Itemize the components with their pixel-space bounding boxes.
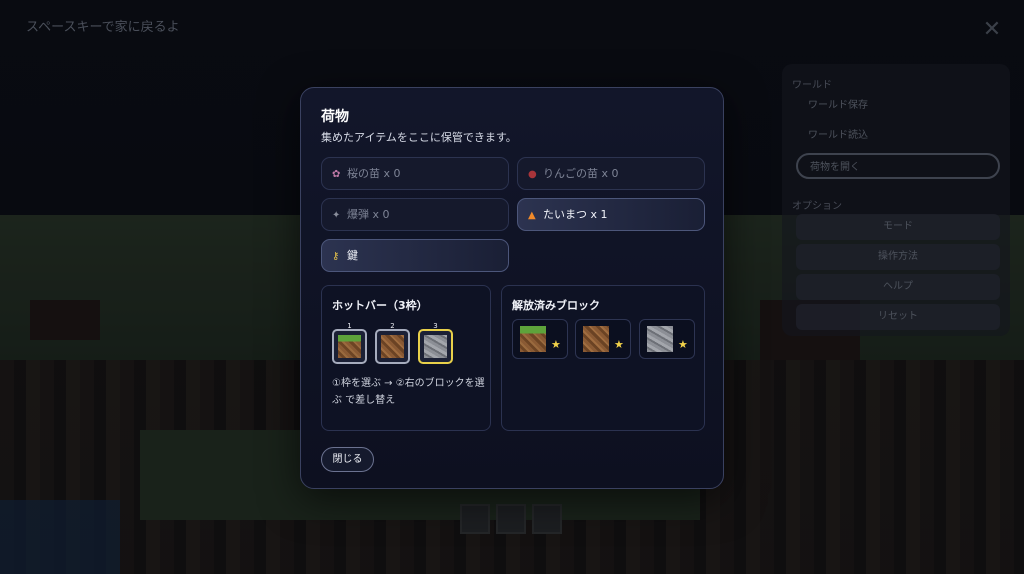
item-label: りんごの苗 x 0 [543, 167, 619, 180]
close-icon[interactable]: ✕ [980, 18, 1004, 42]
key-icon: ⚷ [332, 251, 340, 262]
hotbar-slot-3[interactable]: 3 [418, 322, 453, 364]
bomb-icon: ✦ [332, 210, 341, 221]
item-apple-sapling[interactable]: ● りんごの苗 x 0 [517, 157, 705, 190]
side-menu-reset[interactable]: リセット [796, 304, 1000, 330]
star-icon: ★ [678, 338, 688, 351]
side-menu-inventory[interactable]: 荷物を開く [796, 153, 1000, 179]
hotbar-hint: ①枠を選ぶ → ②右のブロックを選ぶ で差し替え [332, 378, 485, 406]
slot-number: 2 [390, 322, 395, 330]
side-menu-load[interactable]: ワールド読込 [796, 123, 1000, 149]
unlocked-block-dirt[interactable]: ★ [575, 319, 631, 359]
slot-number: 3 [433, 322, 438, 330]
inventory-modal: 荷物 集めたアイテムをここに保管できます。 ✿ 桜の苗 x 0 ● りんごの苗 x … [300, 87, 724, 489]
item-torch[interactable]: ▲ たいまつ x 1 [517, 198, 705, 231]
grass-block-icon [338, 335, 361, 358]
dirt-block-icon [381, 335, 404, 358]
side-menu-save[interactable]: ワールド保存 [796, 93, 1000, 119]
item-label: 桜の苗 x 0 [347, 167, 401, 180]
hotbar-slot-1[interactable]: 1 [332, 322, 367, 364]
star-icon: ★ [551, 338, 561, 351]
apple-icon: ● [528, 169, 537, 180]
star-icon: ★ [614, 338, 624, 351]
side-menu-controls[interactable]: 操作方法 [796, 244, 1000, 270]
side-menu-help[interactable]: ヘルプ [796, 274, 1000, 300]
side-menu-label: ワールド [792, 80, 832, 91]
item-label: たいまつ x 1 [543, 208, 608, 221]
unlocked-block-grass[interactable]: ★ [512, 319, 568, 359]
side-menu-mode[interactable]: モード [796, 214, 1000, 240]
hotbar-title: ホットバー（3枠） [332, 299, 428, 312]
grass-block-icon [520, 326, 546, 352]
stone-block-icon [647, 326, 673, 352]
item-label: 爆弾 x 0 [347, 208, 390, 221]
hotbar-slot-2[interactable]: 2 [375, 322, 410, 364]
unlocked-blocks-panel: 解放済みブロック ★ ★ ★ [501, 285, 705, 431]
fire-icon: ▲ [528, 210, 536, 221]
close-button[interactable]: 閉じる [321, 447, 374, 472]
modal-title: 荷物 [321, 109, 349, 125]
slot-number: 1 [347, 322, 352, 330]
item-bomb[interactable]: ✦ 爆弾 x 0 [321, 198, 509, 231]
modal-description: 集めたアイテムをここに保管できます。 [321, 131, 517, 144]
dirt-block-icon [583, 326, 609, 352]
unlocked-block-stone[interactable]: ★ [639, 319, 695, 359]
unlocked-title: 解放済みブロック [512, 299, 600, 312]
item-sakura-sapling[interactable]: ✿ 桜の苗 x 0 [321, 157, 509, 190]
sakura-icon: ✿ [332, 169, 341, 180]
hotbar-panel: ホットバー（3枠） 1 2 3 ①枠を選ぶ → ②右のブロックを選ぶ で差し替え [321, 285, 491, 431]
top-hint-text: スペースキーで家に戻るよ [26, 20, 180, 35]
item-label: 鍵 [347, 249, 358, 262]
item-key[interactable]: ⚷ 鍵 [321, 239, 509, 272]
side-menu-label: オプション [792, 201, 842, 212]
stone-block-icon [424, 335, 447, 358]
